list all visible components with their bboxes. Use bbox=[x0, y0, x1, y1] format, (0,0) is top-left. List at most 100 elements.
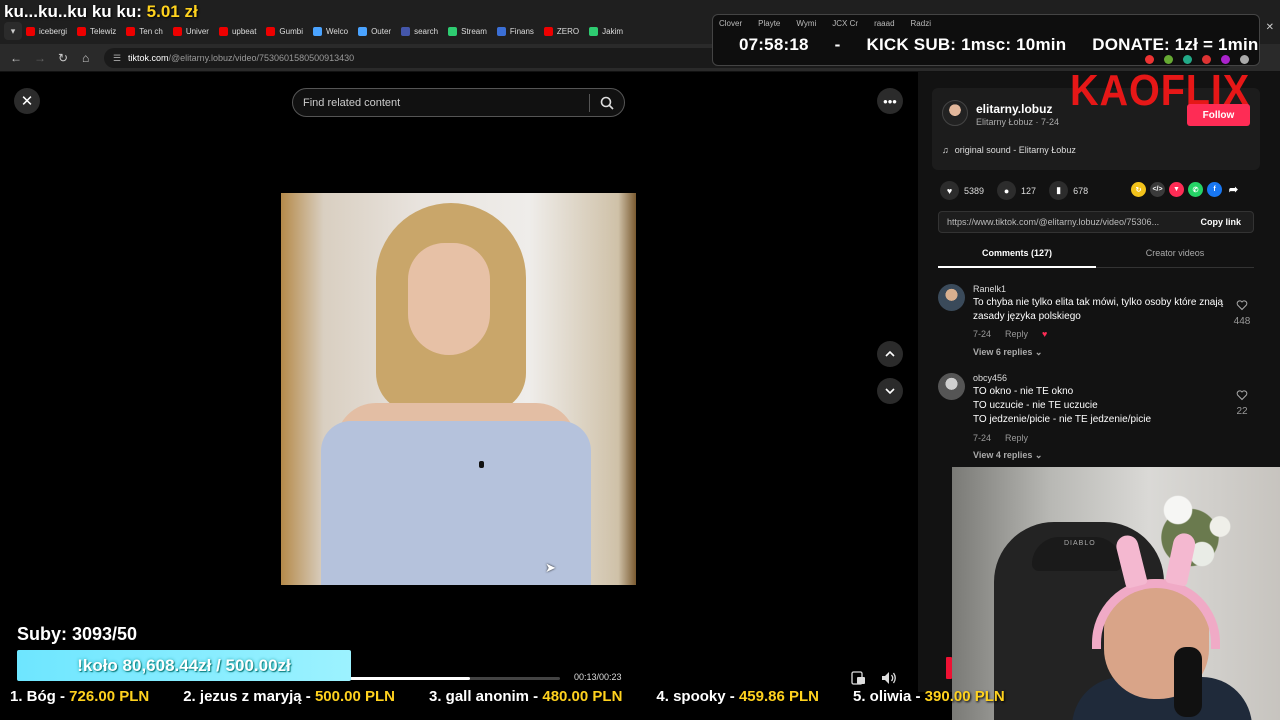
live-indicator bbox=[946, 657, 952, 679]
tab-favicon-icon bbox=[312, 26, 322, 36]
commenter-avatar[interactable] bbox=[938, 284, 965, 311]
menu-icon[interactable] bbox=[1240, 55, 1249, 64]
browser-tab[interactable]: Gumbi bbox=[262, 22, 309, 40]
comment-stat[interactable]: ● 127 bbox=[997, 181, 1036, 200]
leaderboard-name: 2. jezus z maryją - bbox=[183, 688, 315, 705]
like-stat[interactable]: ♥ 5389 bbox=[940, 181, 984, 200]
active-tab-indicator bbox=[938, 266, 1096, 268]
background-tab-label[interactable]: raaad bbox=[874, 19, 894, 28]
more-options-button[interactable]: ••• bbox=[877, 88, 903, 114]
background-tab-label[interactable]: Radzi bbox=[911, 19, 931, 28]
browser-tab[interactable]: Stream bbox=[444, 22, 493, 40]
browser-tab[interactable]: Univer bbox=[169, 22, 215, 40]
site-info-icon[interactable]: ☰ bbox=[113, 53, 123, 63]
next-video-button[interactable] bbox=[877, 378, 903, 404]
mouse-cursor-icon: ➤ bbox=[545, 560, 556, 575]
commenter-username[interactable]: obcy456 bbox=[973, 373, 1007, 383]
browser-tab-label: Ten ch bbox=[139, 26, 163, 36]
comment-date: 7-24 bbox=[973, 433, 992, 443]
reload-icon[interactable]: ↻ bbox=[58, 51, 68, 65]
close-video-button[interactable]: ✕ bbox=[14, 88, 40, 114]
volume-icon[interactable] bbox=[880, 670, 898, 686]
background-tab-label[interactable]: JCX Cr bbox=[832, 19, 858, 28]
leaderboard-amount: 480.00 PLN bbox=[542, 688, 623, 705]
video-progress-bar[interactable] bbox=[350, 677, 560, 680]
back-icon[interactable]: ← bbox=[10, 51, 22, 65]
sound-row[interactable]: ♫ original sound - Elitarny Łobuz bbox=[942, 145, 1076, 155]
comment-text: To chyba nie tylko elita tak mówi, tylko… bbox=[973, 296, 1228, 324]
author-avatar[interactable] bbox=[942, 100, 968, 126]
repost-icon[interactable]: ↻ bbox=[1131, 182, 1146, 197]
commenter-avatar[interactable] bbox=[938, 373, 965, 400]
view-replies-button[interactable]: View 4 replies ⌄ bbox=[973, 450, 1042, 461]
comment-like[interactable]: 22 bbox=[1232, 388, 1252, 417]
share-arrow-icon[interactable]: ➦ bbox=[1226, 182, 1241, 197]
browser-tab-label: Outer bbox=[371, 26, 392, 36]
background-tab-label[interactable]: Wymi bbox=[796, 19, 816, 28]
search-divider bbox=[589, 94, 590, 112]
browser-tab[interactable]: Ten ch bbox=[122, 22, 169, 40]
extension-icon[interactable] bbox=[1145, 55, 1154, 64]
leaderboard-name: 1. Bóg - bbox=[10, 688, 70, 705]
browser-tab-label: Stream bbox=[461, 26, 487, 36]
leaderboard-entry: 5. oliwia - 390.00 PLN bbox=[853, 688, 1005, 705]
goal-amount: 5.01 zł bbox=[146, 2, 198, 21]
close-window-icon[interactable]: ✕ bbox=[1266, 22, 1274, 33]
close-icon: ✕ bbox=[20, 93, 34, 110]
follow-button[interactable]: Follow bbox=[1187, 104, 1250, 126]
heart-icon: ♥ bbox=[940, 181, 959, 200]
chevron-up-icon bbox=[885, 350, 895, 357]
view-replies-button[interactable]: View 6 replies ⌄ bbox=[973, 347, 1042, 358]
forward-icon[interactable]: → bbox=[34, 51, 46, 65]
leaderboard-name: 3. gall anonim - bbox=[429, 688, 543, 705]
browser-tab[interactable]: ZERO bbox=[540, 22, 585, 40]
commenter-username[interactable]: Ranelk1 bbox=[973, 284, 1006, 294]
comment-line: TO okno - nie TE okno bbox=[973, 386, 1074, 397]
browser-tab[interactable]: Telewiz bbox=[73, 22, 122, 40]
extension-icon[interactable] bbox=[1221, 55, 1230, 64]
leaderboard-name: 5. oliwia - bbox=[852, 688, 925, 705]
reply-button[interactable]: Reply bbox=[1005, 329, 1028, 339]
background-tab-label[interactable]: Clover bbox=[719, 19, 742, 28]
video-frame-image bbox=[281, 193, 636, 585]
browser-tab[interactable]: icebergi bbox=[22, 22, 73, 40]
browser-tab[interactable]: Finans bbox=[493, 22, 540, 40]
previous-video-button[interactable] bbox=[877, 341, 903, 367]
goal-label: ku...ku..ku ku ku: bbox=[4, 2, 142, 21]
lapel-mic bbox=[479, 461, 484, 468]
creator-liked-icon: ♥ bbox=[1042, 329, 1048, 339]
browser-tab[interactable]: Outer bbox=[354, 22, 397, 40]
browser-tab[interactable]: upbeat bbox=[215, 22, 262, 40]
home-icon[interactable]: ⌂ bbox=[82, 51, 89, 65]
tab-search-dropdown[interactable]: ▾ bbox=[4, 22, 22, 40]
extension-icon[interactable] bbox=[1202, 55, 1211, 64]
comment-like-count: 22 bbox=[1236, 406, 1248, 417]
reply-button[interactable]: Reply bbox=[1005, 433, 1028, 443]
view-replies-label: View 4 replies bbox=[973, 450, 1033, 460]
browser-tab[interactable]: search bbox=[397, 22, 444, 40]
browser-tab[interactable]: Jakim bbox=[585, 22, 629, 40]
save-stat[interactable]: ▮ 678 bbox=[1049, 181, 1088, 200]
related-search-input[interactable]: Find related content bbox=[292, 88, 625, 117]
share-link-url[interactable]: https://www.tiktok.com/@elitarny.lobuz/v… bbox=[947, 217, 1159, 227]
send-icon[interactable]: ▼ bbox=[1169, 182, 1184, 197]
copy-link-button[interactable]: Copy link bbox=[1200, 217, 1241, 227]
extension-icon[interactable] bbox=[1183, 55, 1192, 64]
tab-favicon-icon bbox=[126, 26, 136, 36]
author-username[interactable]: elitarny.lobuz bbox=[976, 102, 1052, 116]
url-host: tiktok.com bbox=[128, 53, 169, 63]
background-tab-label[interactable]: Playte bbox=[758, 19, 780, 28]
extension-icon[interactable] bbox=[1164, 55, 1173, 64]
comment-like[interactable]: 448 bbox=[1232, 298, 1252, 327]
whatsapp-icon[interactable]: ✆ bbox=[1188, 182, 1203, 197]
picture-in-picture-icon[interactable] bbox=[850, 670, 868, 686]
facebook-icon[interactable]: f bbox=[1207, 182, 1222, 197]
tab-comments[interactable]: Comments (127) bbox=[938, 248, 1096, 258]
video-time: 00:13/00:23 bbox=[574, 672, 622, 682]
comment-item: obcy456 TO okno - nie TE okno TO uczucie… bbox=[938, 373, 1258, 463]
tab-creator-videos[interactable]: Creator videos bbox=[1096, 248, 1254, 258]
browser-tab[interactable]: Welco bbox=[309, 22, 354, 40]
search-icon[interactable] bbox=[599, 95, 615, 111]
leaderboard-amount: 500.00 PLN bbox=[314, 688, 395, 705]
embed-icon[interactable]: </> bbox=[1150, 182, 1165, 197]
